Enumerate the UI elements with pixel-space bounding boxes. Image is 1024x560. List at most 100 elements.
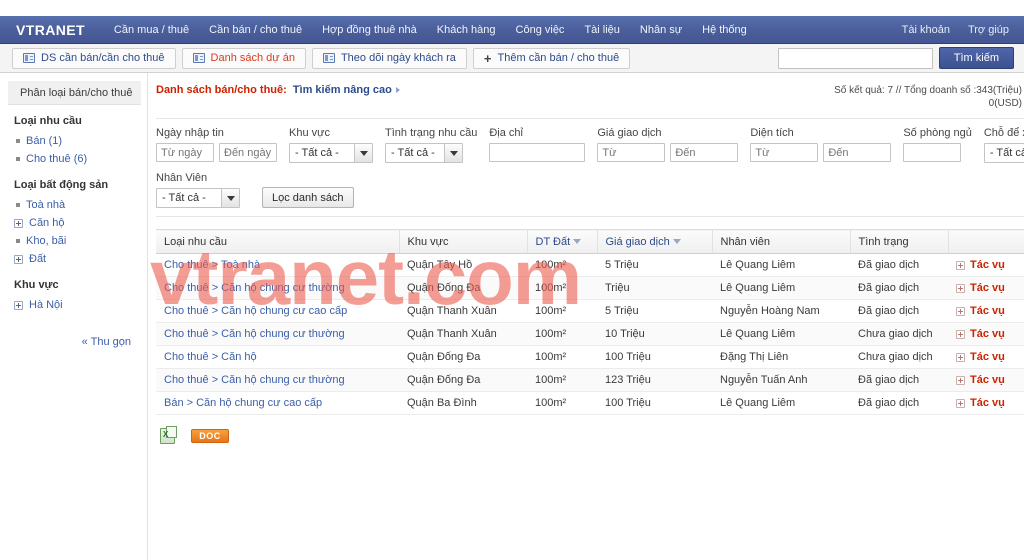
- cell-area: Quận Đống Đa: [399, 345, 527, 369]
- cell-staff: Lê Quang Liêm: [712, 391, 850, 415]
- row-type-link[interactable]: Cho thuê > Căn hộ: [164, 351, 257, 363]
- status-select[interactable]: - Tất cả -: [385, 143, 463, 163]
- expand-plus-icon[interactable]: [956, 352, 965, 362]
- price-to-input[interactable]: [670, 143, 739, 162]
- cell-status: Đã giao dịch: [850, 253, 948, 277]
- row-action-link[interactable]: Tác vụ: [970, 351, 1005, 363]
- sidebar-item-ha-noi[interactable]: Hà Nội: [14, 296, 141, 314]
- advanced-search-label: Tìm kiếm nâng cao: [292, 84, 392, 96]
- row-action-link[interactable]: Tác vụ: [970, 305, 1005, 317]
- table-row[interactable]: Cho thuê > Căn hộ chung cư thường Quận Đ…: [156, 368, 1024, 392]
- row-action-link[interactable]: Tác vụ: [970, 259, 1005, 271]
- filter-list-button[interactable]: Lọc danh sách: [262, 187, 354, 208]
- date-from-input[interactable]: [156, 143, 214, 162]
- expand-plus-icon[interactable]: [956, 329, 965, 339]
- expand-plus-icon[interactable]: [14, 254, 23, 264]
- col-header-khu-vuc[interactable]: Khu vực: [399, 229, 528, 254]
- expand-plus-icon[interactable]: [14, 300, 23, 310]
- nav-item-khach-hang[interactable]: Khách hàng: [436, 22, 497, 38]
- parking-select[interactable]: - Tất cả -: [983, 143, 1024, 163]
- sidebar-item-kho-bai[interactable]: Kho, bãi: [14, 232, 141, 250]
- toolbar-button-them-can-ban[interactable]: + Thêm cần bán / cho thuê: [472, 47, 631, 69]
- sidebar-item-ban[interactable]: Bán (1): [14, 132, 141, 150]
- status-select-value: - Tất cả -: [391, 147, 435, 159]
- size-to-input[interactable]: [823, 143, 892, 162]
- row-action-link[interactable]: Tác vụ: [970, 397, 1005, 409]
- toolbar-button-danh-sach-du-an[interactable]: Danh sách dự án: [181, 47, 306, 69]
- table-row[interactable]: Cho thuê > Căn hộ chung cư thường Quận T…: [156, 322, 1024, 346]
- brand-logo[interactable]: VTRANET: [16, 22, 85, 38]
- chevron-right-icon: [395, 87, 400, 94]
- row-type-link[interactable]: Cho thuê > Căn hộ chung cư thường: [164, 328, 345, 340]
- filter-group-ngay-nhap-tin: Ngày nhập tin: [156, 127, 277, 162]
- filter-label: Giá giao dịch: [597, 127, 662, 139]
- expand-plus-icon[interactable]: [956, 375, 965, 385]
- expand-plus-icon[interactable]: [14, 218, 23, 228]
- nav-item-nhan-su[interactable]: Nhân sự: [639, 22, 683, 38]
- size-from-input[interactable]: [750, 143, 819, 162]
- row-action-link[interactable]: Tác vụ: [970, 328, 1005, 340]
- table-row[interactable]: Cho thuê > Toà nhà Quận Tây Hồ 100m² 5 T…: [156, 253, 1024, 277]
- filter-group-nhan-vien: Nhân Viên - Tất cả -: [156, 172, 240, 208]
- date-to-input[interactable]: [219, 143, 277, 162]
- table-row[interactable]: Bán > Căn hộ chung cư cao cấp Quận Ba Đì…: [156, 391, 1024, 415]
- page-title: Danh sách bán/cho thuê:: [156, 84, 287, 96]
- row-type-link[interactable]: Bán > Căn hộ chung cư cao cấp: [164, 397, 322, 409]
- col-header-tinh-trang[interactable]: Tình trạng: [850, 229, 949, 254]
- sidebar-item-toa-nha[interactable]: Toà nhà: [14, 196, 141, 214]
- row-type-link[interactable]: Cho thuê > Căn hộ chung cư cao cấp: [164, 305, 347, 317]
- address-input[interactable]: [489, 143, 586, 162]
- toolbar-button-theo-doi-ngay-khach-ra[interactable]: Theo dõi ngày khách ra: [311, 47, 467, 69]
- sidebar-item-cho-thue[interactable]: Cho thuê (6): [14, 150, 141, 168]
- excel-export-icon[interactable]: [160, 426, 177, 444]
- expand-plus-icon[interactable]: [956, 398, 965, 408]
- sidebar-item-dat[interactable]: Đất: [14, 250, 141, 268]
- row-action-link[interactable]: Tác vụ: [970, 374, 1005, 386]
- staff-select[interactable]: - Tất cả -: [156, 188, 240, 208]
- col-header-nhan-vien[interactable]: Nhân viên: [712, 229, 851, 254]
- main-navbar: VTRANET Cần mua / thuê Cần bán / cho thu…: [0, 16, 1024, 44]
- toolbar-button-ds-can-ban[interactable]: DS cần bán/cần cho thuê: [12, 47, 176, 69]
- nav-item-can-ban-cho-thue[interactable]: Cần bán / cho thuê: [208, 22, 303, 38]
- col-header-loai-nhu-cau[interactable]: Loại nhu cầu: [156, 229, 400, 254]
- nav-item-can-mua-thue[interactable]: Cần mua / thuê: [113, 22, 190, 38]
- expand-plus-icon[interactable]: [956, 306, 965, 316]
- sidebar-collapse-link[interactable]: « Thu gọn: [14, 336, 131, 348]
- search-button[interactable]: Tìm kiếm: [938, 47, 1014, 69]
- table-row[interactable]: Cho thuê > Căn hộ chung cư thường Quận Đ…: [156, 276, 1024, 300]
- filter-controls: - Tất cả -: [385, 143, 477, 163]
- row-type-link[interactable]: Cho thuê > Căn hộ chung cư thường: [164, 374, 345, 386]
- filter-group-khu-vuc: Khu vực - Tất cả -: [289, 127, 373, 163]
- nav-item-hop-dong-thue-nha[interactable]: Hợp đồng thuê nhà: [321, 22, 418, 38]
- cell-area: Quận Đống Đa: [399, 276, 527, 300]
- row-type-link[interactable]: Cho thuê > Căn hộ chung cư thường: [164, 282, 345, 294]
- advanced-search-link[interactable]: Tìm kiếm nâng cao: [293, 84, 400, 96]
- col-header-dt-dat[interactable]: DT Đất: [527, 229, 598, 254]
- sidebar-item-can-ho[interactable]: Căn hộ: [14, 214, 141, 232]
- cell-price: 5 Triệu: [597, 299, 712, 323]
- cell-actions: Tác vụ: [948, 391, 1024, 415]
- area-select[interactable]: - Tất cả -: [289, 143, 373, 163]
- expand-plus-icon[interactable]: [956, 283, 965, 293]
- nav-item-tai-lieu[interactable]: Tài liệu: [583, 22, 620, 38]
- nav-item-tro-giup[interactable]: Trợ giúp: [967, 22, 1010, 38]
- price-from-input[interactable]: [597, 143, 666, 162]
- row-action-link[interactable]: Tác vụ: [970, 282, 1005, 294]
- nav-item-he-thong[interactable]: Hệ thống: [701, 22, 748, 38]
- search-input[interactable]: [777, 47, 933, 69]
- table-row[interactable]: Cho thuê > Căn hộ Quận Đống Đa 100m² 100…: [156, 345, 1024, 369]
- sidebar-item-label: Hà Nội: [29, 299, 63, 311]
- filter-group-cho-de-xe: Chỗ để xe - Tất cả -: [983, 127, 1024, 163]
- col-header-gia-giao-dich[interactable]: Giá giao dịch: [597, 229, 713, 254]
- expand-plus-icon[interactable]: [956, 260, 965, 270]
- nav-item-cong-viec[interactable]: Công việc: [515, 22, 566, 38]
- filter-controls: - Tất cả -: [156, 188, 240, 208]
- cell-actions: Tác vụ: [948, 299, 1024, 323]
- filter-controls: [489, 143, 586, 162]
- bedrooms-input[interactable]: [903, 143, 962, 162]
- result-summary-line1: Số kết quả: 7 // Tổng doanh số :343(Triệ…: [834, 85, 1022, 96]
- nav-item-tai-khoan[interactable]: Tài khoản: [901, 22, 951, 38]
- doc-export-button[interactable]: DOC: [191, 429, 229, 443]
- table-row[interactable]: Cho thuê > Căn hộ chung cư cao cấp Quận …: [156, 299, 1024, 323]
- row-type-link[interactable]: Cho thuê > Toà nhà: [164, 259, 260, 271]
